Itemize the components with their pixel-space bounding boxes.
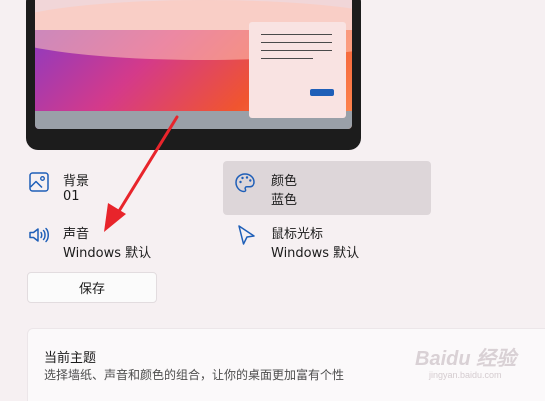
setting-background-value: 01 (63, 189, 80, 204)
palette-icon (233, 171, 257, 195)
speaker-icon (27, 223, 51, 247)
setting-mouse-cursor-value: Windows 默认 (271, 246, 360, 261)
current-theme-subtitle: 选择墙纸、声音和颜色的组合，让你的桌面更加富有个性 (44, 368, 345, 382)
setting-mouse-cursor-title: 鼠标光标 (271, 227, 324, 242)
baidu-watermark: Baidu 经验 jingyan.baidu.com (415, 338, 540, 388)
setting-color[interactable]: 颜色 蓝色 (223, 161, 431, 215)
theme-preview-accent-button (310, 89, 334, 96)
setting-sound[interactable]: 声音 Windows 默认 (27, 223, 197, 275)
current-theme-title: 当前主题 (44, 351, 97, 366)
theme-preview-window (249, 22, 346, 118)
setting-color-value: 蓝色 (271, 193, 298, 208)
setting-color-title: 颜色 (271, 174, 298, 189)
image-icon (27, 170, 51, 194)
cursor-icon (235, 223, 259, 247)
watermark-text: Baidu 经验 (415, 348, 517, 370)
setting-sound-value: Windows 默认 (63, 246, 152, 261)
setting-mouse-cursor[interactable]: 鼠标光标 Windows 默认 (235, 223, 415, 275)
theme-preview (26, 0, 361, 150)
setting-background-title: 背景 (63, 174, 90, 189)
save-button[interactable]: 保存 (27, 272, 157, 303)
watermark-url: jingyan.baidu.com (429, 370, 502, 380)
setting-background[interactable]: 背景 01 (27, 170, 197, 222)
theme-preview-wallpaper (35, 0, 352, 129)
setting-sound-title: 声音 (63, 227, 90, 242)
